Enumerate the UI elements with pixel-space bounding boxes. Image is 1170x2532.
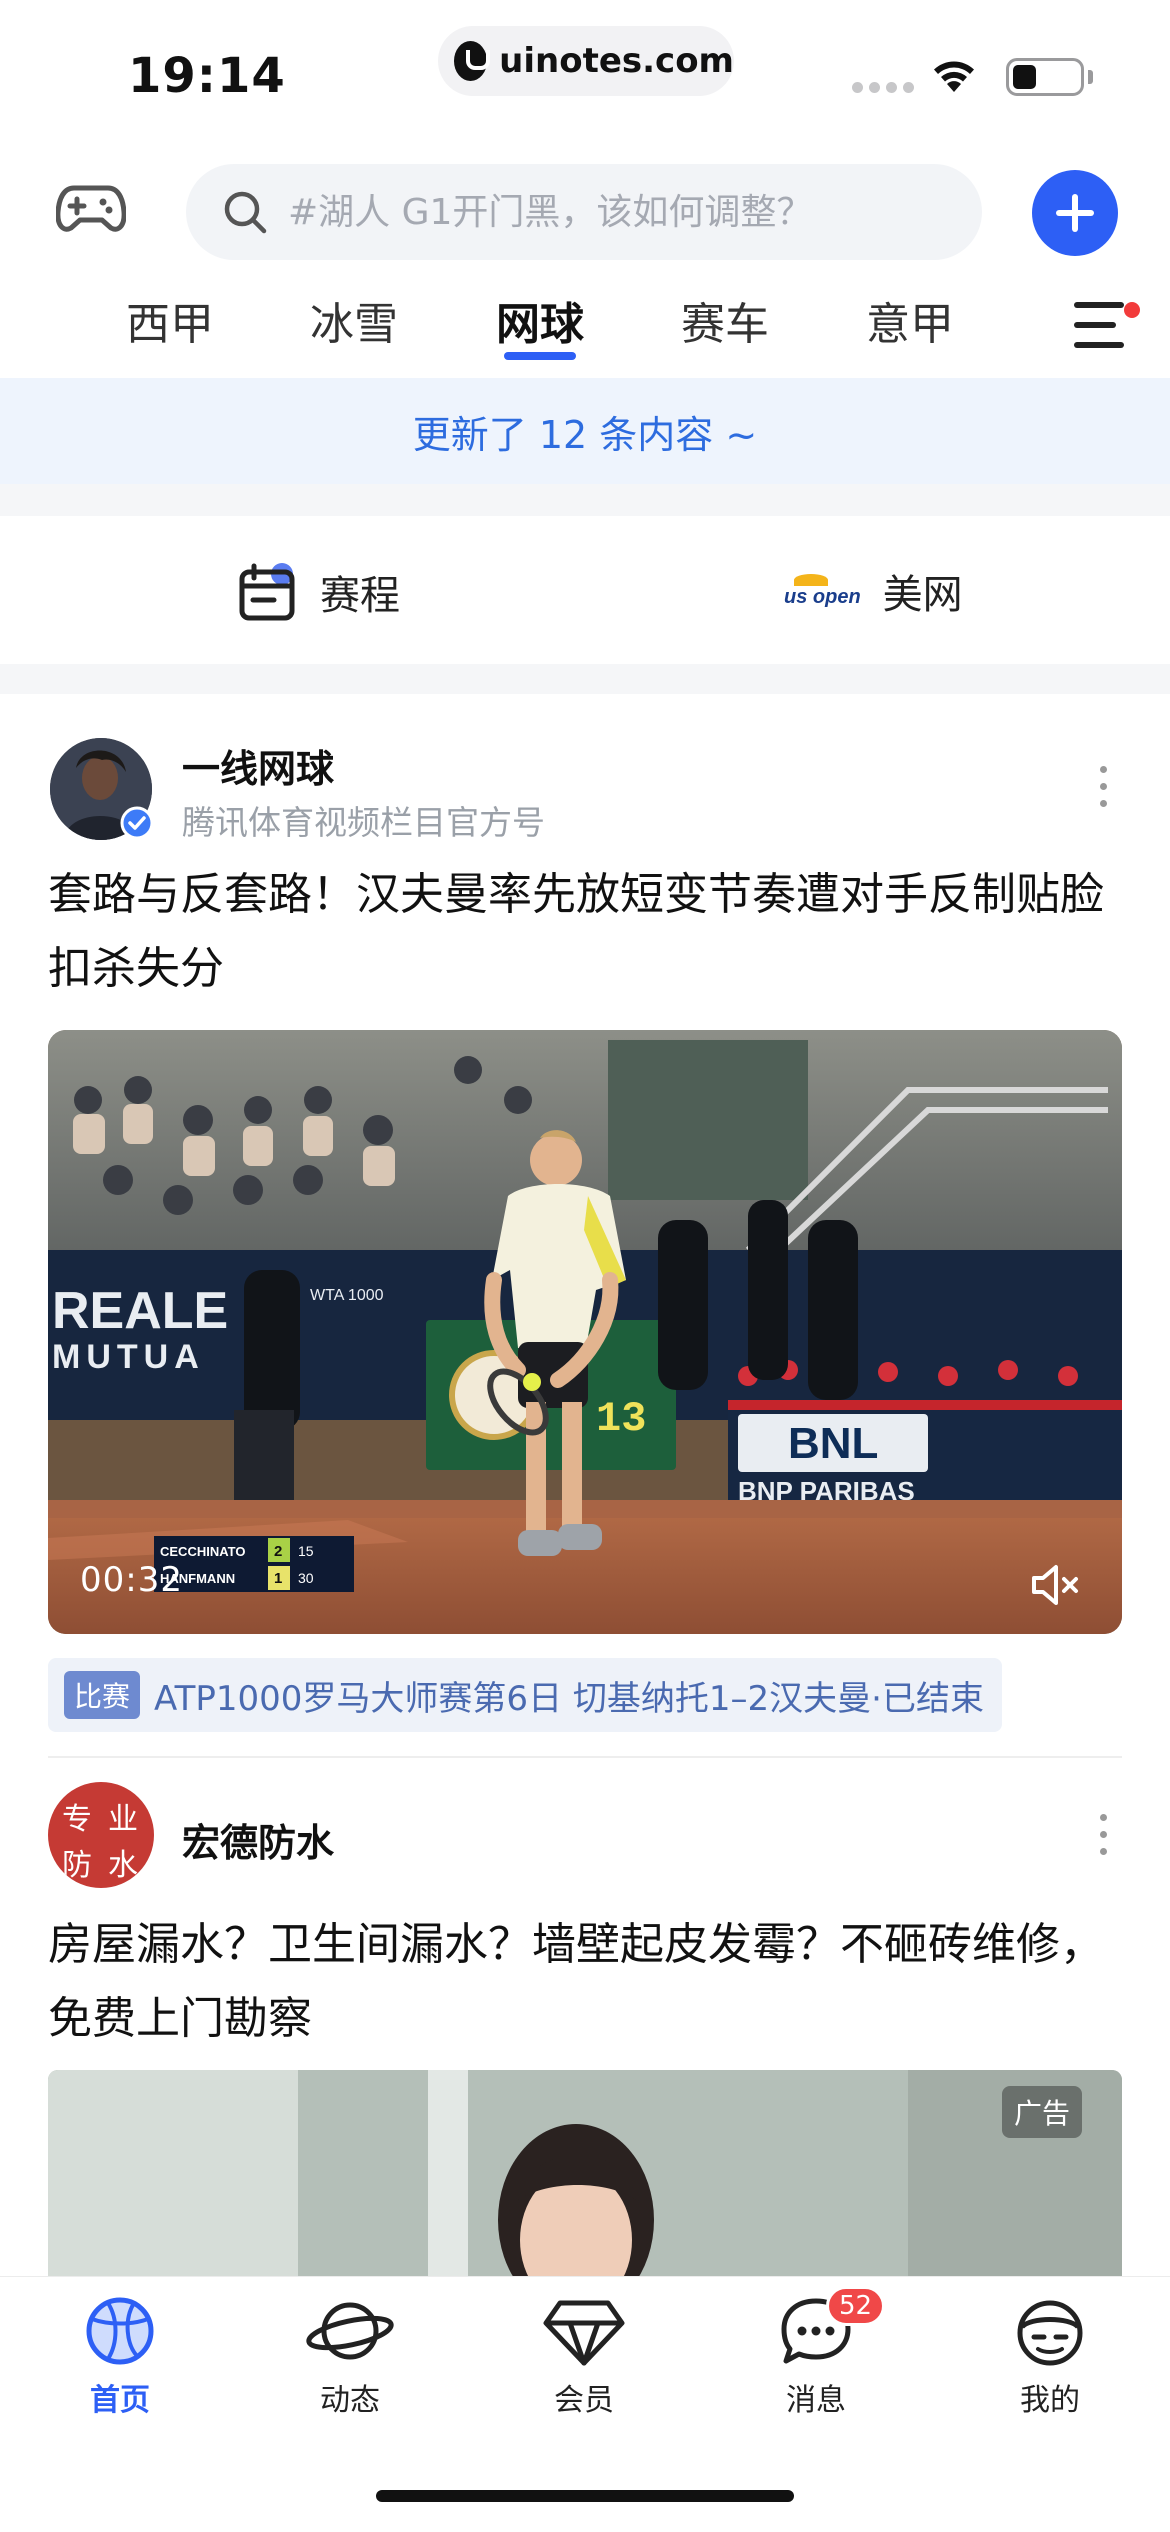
author-subtitle: 腾讯体育视频栏目官方号 [182, 803, 545, 842]
menu-notification-dot [1124, 302, 1140, 318]
post-title[interactable]: 套路与反套路！汉夫曼率先放短变节奏遭对手反制贴脸扣杀失分 [48, 858, 1128, 1006]
tab-wangqiu[interactable]: 网球 [470, 288, 610, 352]
bnl-board-text: BNL [788, 1419, 878, 1468]
reale-board-text: REALE [52, 1282, 228, 1340]
ad-title[interactable]: 房屋漏水？卫生间漏水？墙壁起皮发霉？不砸砖维修，免费上门勘察 [48, 1908, 1128, 2056]
section-gap [0, 664, 1170, 694]
court-clock: 13 [596, 1395, 646, 1443]
nav-profile[interactable]: 我的 [960, 2295, 1140, 2419]
author-name[interactable]: 一线网球 [182, 738, 334, 793]
battery-level [1013, 65, 1036, 89]
schedule-entry[interactable]: 赛程 [238, 562, 400, 622]
match-info-tag[interactable]: 比赛 ATP1000罗马大师赛第6日 切基纳托1–2汉夫曼·已结束 [48, 1658, 1002, 1732]
wifi-icon [934, 61, 974, 92]
search-icon [224, 191, 267, 234]
update-banner[interactable]: 更新了 12 条内容 ~ [0, 378, 1170, 484]
nav-messages-label: 消息 [786, 2383, 846, 2418]
tab-bingxue[interactable]: 冰雪 [284, 288, 424, 352]
section-gap [0, 484, 1170, 516]
score-p2-sets: 1 [274, 1570, 282, 1587]
verified-badge-icon [120, 806, 154, 840]
search-input[interactable] [288, 191, 968, 233]
basketball-icon [86, 2297, 154, 2365]
calendar-icon [239, 563, 295, 621]
nav-home-label: 首页 [90, 2383, 150, 2418]
divider [48, 1756, 1122, 1758]
wta-board-text: WTA 1000 [310, 1287, 384, 1304]
advertiser-name[interactable]: 宏德防水 [182, 1812, 334, 1867]
mutua-board-text: MUTUA [52, 1338, 205, 1376]
nav-feed[interactable]: 动态 [260, 2295, 440, 2419]
profile-icon [1017, 2300, 1083, 2366]
status-bar: 19:14 uinotes.com [0, 0, 1170, 150]
mute-icon[interactable] [1030, 1562, 1080, 1608]
nav-feed-label: 动态 [320, 2383, 380, 2418]
channel-tabs: 西甲 冰雪 网球 赛车 意甲 [0, 282, 1170, 364]
gamepad-icon[interactable] [56, 180, 126, 238]
video-duration: 00:32 [80, 1560, 183, 1600]
add-button[interactable] [1032, 170, 1118, 256]
planet-icon [306, 2302, 394, 2360]
ad-label: 广告 [1002, 2086, 1083, 2138]
tab-xijia[interactable]: 西甲 [100, 288, 240, 352]
advertiser-avatar[interactable]: 专 业 防 水 [48, 1782, 154, 1888]
match-info-text: ATP1000罗马大师赛第6日 切基纳托1–2汉夫曼·已结束 [154, 1678, 984, 1719]
battery-icon [1006, 58, 1084, 96]
usopen-logo: us open [784, 573, 861, 609]
match-badge: 比赛 [64, 1671, 141, 1719]
nav-vip-label: 会员 [554, 2383, 614, 2418]
schedule-label: 赛程 [320, 573, 400, 619]
scoreboard-overlay: CECCHINATO HANFMANN 2 1 15 30 [154, 1536, 354, 1592]
nav-profile-label: 我的 [1020, 2383, 1080, 2418]
nav-home[interactable]: 首页 [30, 2295, 210, 2419]
cellular-signal-icon [852, 82, 914, 93]
score-player1: CECCHINATO [160, 1544, 245, 1559]
video-player[interactable]: REALE MUTUA WTA 1000 13 BNL BNP PARIBAS [48, 1030, 1122, 1634]
status-time: 19:14 [128, 48, 286, 104]
score-p1-sets: 2 [274, 1543, 282, 1560]
more-options-icon[interactable] [1098, 1814, 1108, 1858]
tab-yijia[interactable]: 意甲 [840, 288, 980, 352]
message-count-badge: 52 [826, 2286, 886, 2326]
url-text: uinotes.com [499, 41, 734, 81]
score-p1-points: 15 [298, 1543, 314, 1559]
diamond-icon [543, 2300, 625, 2366]
tab-saiche[interactable]: 赛车 [655, 288, 795, 352]
home-indicator [376, 2490, 794, 2502]
score-p2-points: 30 [298, 1570, 314, 1586]
url-pill[interactable]: uinotes.com [438, 26, 734, 96]
search-bar[interactable] [186, 164, 982, 260]
more-options-icon[interactable] [1098, 766, 1108, 810]
usopen-entry[interactable]: us open 美网 [784, 562, 963, 620]
quick-entries: 赛程 us open 美网 [0, 516, 1170, 664]
site-logo-icon [454, 41, 491, 81]
nav-vip[interactable]: 会员 [494, 2295, 674, 2419]
usopen-label: 美网 [882, 572, 963, 618]
battery-cap [1088, 70, 1093, 84]
active-tab-indicator [504, 352, 576, 360]
